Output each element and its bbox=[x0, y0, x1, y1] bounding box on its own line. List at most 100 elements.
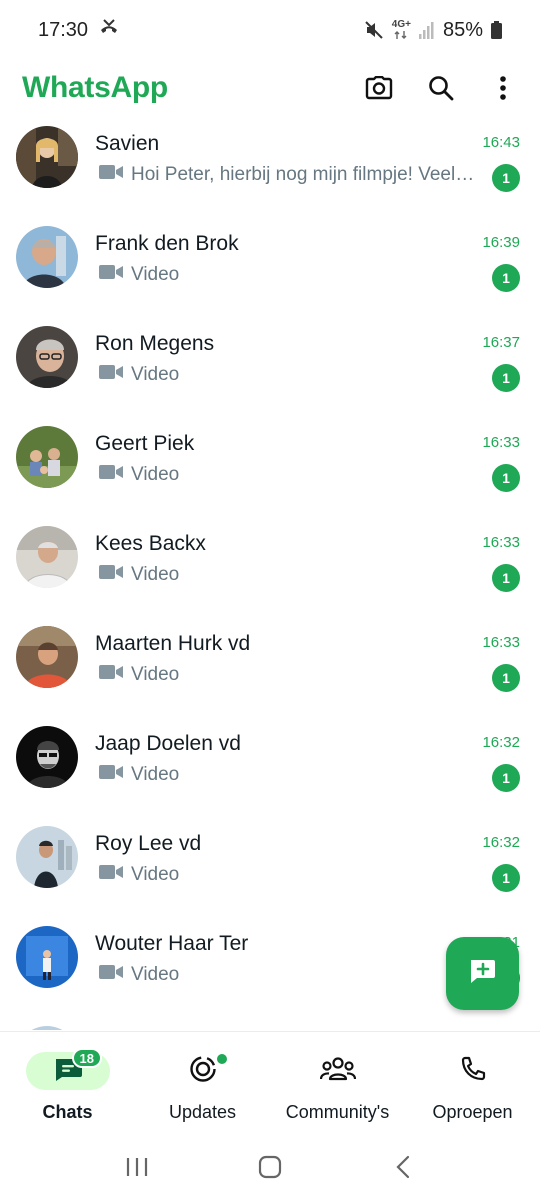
unread-badge: 1 bbox=[492, 264, 520, 292]
chat-time: 16:33 bbox=[482, 534, 520, 551]
chat-time: 16:32 bbox=[482, 734, 520, 751]
chat-time: 16:37 bbox=[482, 334, 520, 351]
app-title: WhatsApp bbox=[22, 71, 168, 104]
chat-name: Ron Megens bbox=[95, 332, 215, 355]
tab-calls[interactable]: Oproepen bbox=[405, 1032, 540, 1134]
back-button[interactable] bbox=[383, 1147, 423, 1187]
avatar[interactable] bbox=[16, 826, 78, 888]
recent-apps-button[interactable] bbox=[117, 1147, 157, 1187]
avatar[interactable] bbox=[16, 726, 78, 788]
unread-badge: 1 bbox=[492, 164, 520, 192]
signal-icon bbox=[418, 21, 435, 39]
unread-badge: 1 bbox=[492, 764, 520, 792]
chat-name: Savien bbox=[95, 132, 160, 155]
search-icon[interactable] bbox=[424, 71, 458, 105]
avatar[interactable] bbox=[16, 326, 78, 388]
tab-communities-label: Community's bbox=[285, 1102, 390, 1122]
video-icon bbox=[99, 464, 123, 486]
mute-icon bbox=[364, 20, 384, 40]
status-bar: 17:30 4G+ 85% bbox=[0, 0, 540, 60]
chat-preview-text: Hoi Peter, hierbij nog mijn filmpje! Vee… bbox=[131, 164, 476, 185]
chat-time: 16:33 bbox=[482, 634, 520, 651]
chat-preview-text: Video bbox=[131, 964, 180, 985]
chats-unread-badge: 18 bbox=[71, 1048, 102, 1068]
video-icon bbox=[99, 364, 123, 386]
new-chat-button[interactable] bbox=[446, 937, 519, 1010]
chat-time: 16:32 bbox=[482, 834, 520, 851]
chat-name: Wouter Haar Ter bbox=[95, 932, 249, 955]
avatar[interactable] bbox=[16, 526, 78, 588]
chat-preview: Video bbox=[99, 864, 476, 886]
video-icon bbox=[99, 264, 123, 286]
video-icon bbox=[99, 664, 123, 686]
tab-calls-label: Oproepen bbox=[432, 1102, 513, 1122]
chat-name: Kees Backx bbox=[95, 532, 206, 555]
chat-row[interactable] bbox=[0, 1018, 540, 1030]
tab-updates[interactable]: Updates bbox=[135, 1032, 270, 1134]
avatar[interactable] bbox=[16, 126, 78, 188]
battery-icon bbox=[491, 21, 502, 39]
chat-preview-text: Video bbox=[131, 464, 180, 485]
chat-row[interactable]: Savien 16:43 Hoi Peter, hierbij nog mijn… bbox=[0, 118, 540, 218]
chat-name: Maarten Hurk vd bbox=[95, 632, 251, 655]
chat-preview: Hoi Peter, hierbij nog mijn filmpje! Vee… bbox=[99, 164, 476, 186]
unread-badge: 1 bbox=[492, 464, 520, 492]
tab-updates-label: Updates bbox=[168, 1102, 237, 1122]
chat-name: Geert Piek bbox=[95, 432, 195, 455]
chat-preview: Video bbox=[99, 764, 476, 786]
tab-communities[interactable]: Community's bbox=[270, 1032, 405, 1134]
video-icon bbox=[99, 164, 123, 186]
chat-time: 16:43 bbox=[482, 134, 520, 151]
updates-icon bbox=[188, 1054, 218, 1089]
chat-row[interactable]: Maarten Hurk vd 16:33 Video 1 bbox=[0, 618, 540, 718]
video-icon bbox=[99, 764, 123, 786]
chat-preview: Video bbox=[99, 364, 476, 386]
avatar[interactable] bbox=[16, 1026, 78, 1030]
avatar[interactable] bbox=[16, 426, 78, 488]
chat-preview: Video bbox=[99, 564, 476, 586]
chat-row[interactable]: Roy Lee vd 16:32 Video 1 bbox=[0, 818, 540, 918]
chat-row[interactable]: Frank den Brok 16:39 Video 1 bbox=[0, 218, 540, 318]
chat-preview-text: Video bbox=[131, 864, 180, 885]
bottom-nav: 18 Chats Updates Community's Oproepen bbox=[0, 1031, 540, 1134]
unread-badge: 1 bbox=[492, 564, 520, 592]
battery-percent: 85% bbox=[442, 18, 483, 41]
chat-time: 16:39 bbox=[482, 234, 520, 251]
tab-chats[interactable]: 18 Chats bbox=[0, 1032, 135, 1134]
tab-chats-label: Chats bbox=[42, 1102, 93, 1122]
chat-row[interactable]: Jaap Doelen vd 16:32 Video 1 bbox=[0, 718, 540, 818]
chat-preview-text: Video bbox=[131, 564, 180, 585]
chat-preview: Video bbox=[99, 264, 476, 286]
missed-call-icon bbox=[98, 18, 120, 42]
video-icon bbox=[99, 564, 123, 586]
avatar[interactable] bbox=[16, 626, 78, 688]
chat-preview: Video bbox=[99, 464, 476, 486]
avatar[interactable] bbox=[16, 926, 78, 988]
chat-preview-text: Video bbox=[131, 764, 180, 785]
more-vert-icon[interactable] bbox=[486, 71, 520, 105]
video-icon bbox=[99, 964, 123, 986]
chat-row[interactable]: Kees Backx 16:33 Video 1 bbox=[0, 518, 540, 618]
community-icon bbox=[319, 1056, 356, 1087]
updates-dot bbox=[214, 1052, 229, 1066]
new-chat-icon bbox=[469, 958, 497, 989]
avatar[interactable] bbox=[16, 226, 78, 288]
chat-preview-text: Video bbox=[131, 264, 180, 285]
phone-icon bbox=[460, 1056, 486, 1087]
chat-preview: Video bbox=[99, 964, 476, 986]
status-time: 17:30 bbox=[38, 18, 89, 41]
home-button[interactable] bbox=[250, 1147, 290, 1187]
unread-badge: 1 bbox=[492, 664, 520, 692]
chat-time: 16:33 bbox=[482, 434, 520, 451]
camera-icon[interactable] bbox=[362, 71, 396, 105]
chat-preview-text: Video bbox=[131, 364, 180, 385]
system-nav-bar bbox=[0, 1134, 540, 1200]
chat-name: Roy Lee vd bbox=[95, 832, 202, 855]
network-type: 4G+ bbox=[392, 20, 411, 40]
unread-badge: 1 bbox=[492, 364, 520, 392]
chat-name: Frank den Brok bbox=[95, 232, 239, 255]
chat-row[interactable]: Ron Megens 16:37 Video 1 bbox=[0, 318, 540, 418]
video-icon bbox=[99, 864, 123, 886]
app-bar: WhatsApp bbox=[0, 60, 540, 116]
chat-row[interactable]: Geert Piek 16:33 Video 1 bbox=[0, 418, 540, 518]
